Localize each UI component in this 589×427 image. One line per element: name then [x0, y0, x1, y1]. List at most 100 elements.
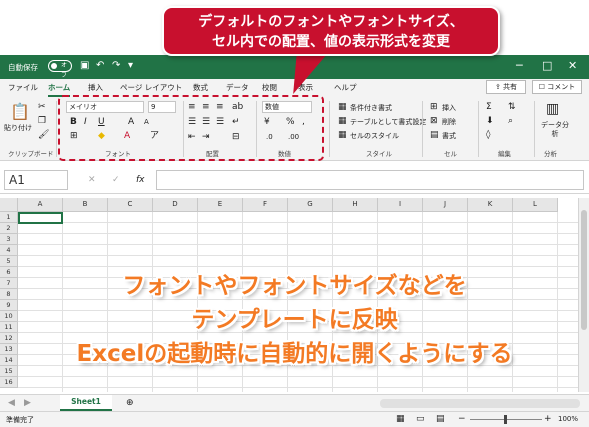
column-header-F[interactable]: F — [243, 198, 288, 212]
insert-cells-button[interactable]: 挿入 — [442, 103, 456, 113]
fill-icon[interactable]: ⬇ — [486, 116, 494, 127]
row-header-1[interactable]: 1 — [0, 212, 18, 223]
save-icon[interactable]: ▣ — [80, 59, 89, 73]
analysis-group-label: 分析 — [544, 150, 557, 158]
delete-cells-button[interactable]: 削除 — [442, 117, 456, 127]
row-header-16[interactable]: 16 — [0, 377, 18, 388]
data-analysis-button[interactable]: データ分析 — [540, 121, 570, 139]
select-all-corner[interactable] — [0, 198, 18, 212]
tab-file[interactable]: ファイル — [8, 82, 38, 93]
tab-review[interactable]: 校閲 — [262, 82, 277, 93]
zoom-level: 100% — [558, 415, 579, 423]
column-header-D[interactable]: D — [153, 198, 198, 212]
share-label: 共有 — [503, 83, 518, 91]
page-layout-view-icon[interactable]: ▭ — [416, 414, 425, 425]
tab-page-layout[interactable]: ページ レイアウト — [120, 82, 182, 93]
column-header-K[interactable]: K — [468, 198, 513, 212]
tab-formulas[interactable]: 数式 — [193, 82, 208, 93]
format-cells-button[interactable]: 書式 — [442, 131, 456, 141]
highlight-frame — [58, 95, 324, 161]
styles-group-label: スタイル — [366, 150, 392, 158]
gridline — [18, 233, 578, 234]
share-button[interactable]: ⇪ 共有 — [486, 80, 526, 94]
row-header-5[interactable]: 5 — [0, 256, 18, 267]
formula-input[interactable] — [156, 170, 584, 190]
column-header-A[interactable]: A — [18, 198, 63, 212]
autosum-icon[interactable]: Σ — [486, 102, 492, 113]
gridline — [18, 387, 578, 388]
paste-icon[interactable]: 📋 — [10, 103, 30, 121]
column-header-C[interactable]: C — [108, 198, 153, 212]
add-sheet-icon[interactable]: ⊕ — [126, 398, 134, 409]
tab-data[interactable]: データ — [226, 82, 249, 93]
sheet-tab-sheet1[interactable]: Sheet1 — [60, 395, 112, 411]
formula-bar: A1 ✕ ✓ fx — [0, 166, 589, 194]
column-header-I[interactable]: I — [378, 198, 423, 212]
quick-access-menu-icon[interactable]: ▾ — [128, 59, 133, 73]
cells-group-label: セル — [444, 150, 457, 158]
format-painter-icon[interactable]: 🖌 — [38, 130, 49, 141]
callout-line-2: セル内での配置、値の表示形式を変更 — [212, 34, 450, 50]
cut-icon[interactable]: ✂ — [38, 102, 46, 113]
copy-icon[interactable]: ❐ — [38, 116, 46, 127]
zoom-in-icon[interactable]: + — [544, 414, 552, 425]
conditional-formatting-button[interactable]: 条件付き書式 — [350, 103, 392, 113]
gridline — [18, 244, 578, 245]
maximize-icon[interactable]: □ — [542, 58, 552, 74]
overlay-line-3: Excelの起動時に自動的に開くようにする — [76, 341, 513, 367]
tab-insert[interactable]: 挿入 — [88, 82, 103, 93]
paste-button[interactable]: 貼り付け — [4, 123, 32, 133]
group-separator — [329, 101, 330, 157]
minimize-icon[interactable]: ─ — [516, 58, 523, 74]
zoom-out-icon[interactable]: − — [458, 414, 466, 425]
autosave-toggle[interactable]: オフ — [48, 60, 72, 79]
autosave-label: 自動保存 — [8, 63, 38, 72]
status-bar: 準備完了 ▦ ▭ ▤ − + 100% — [0, 411, 589, 427]
tab-help[interactable]: ヘルプ — [334, 82, 357, 93]
insert-function-icon[interactable]: fx — [136, 175, 145, 186]
confirm-entry-icon[interactable]: ✓ — [112, 175, 120, 186]
comment-label: コメント — [547, 83, 576, 91]
conditional-formatting-icon: ▦ — [338, 102, 347, 112]
horizontal-scrollbar[interactable] — [380, 399, 580, 408]
group-separator — [56, 101, 57, 157]
prev-sheet-icon[interactable]: ◀ — [8, 398, 15, 409]
column-header-B[interactable]: B — [63, 198, 108, 212]
row-header-2[interactable]: 2 — [0, 223, 18, 234]
overlay-line-2: テンプレートに反映 — [191, 307, 398, 333]
column-header-G[interactable]: G — [288, 198, 333, 212]
next-sheet-icon[interactable]: ▶ — [24, 398, 31, 409]
page-break-view-icon[interactable]: ▤ — [436, 414, 445, 425]
comment-button[interactable]: ☐ コメント — [532, 80, 582, 94]
close-icon[interactable]: ✕ — [568, 58, 577, 74]
status-text: 準備完了 — [6, 416, 34, 424]
data-analysis-icon: ▥ — [546, 101, 560, 117]
format-as-table-button[interactable]: テーブルとして書式設定 — [350, 117, 426, 127]
column-header-L[interactable]: L — [513, 198, 558, 212]
clear-icon[interactable]: ◊ — [486, 130, 490, 141]
group-separator — [534, 101, 535, 157]
tab-home[interactable]: ホーム — [48, 82, 71, 97]
cancel-entry-icon[interactable]: ✕ — [88, 175, 96, 186]
row-header-4[interactable]: 4 — [0, 245, 18, 256]
cell-styles-icon: ▦ — [338, 130, 347, 140]
sort-filter-icon[interactable]: ⇅ — [508, 102, 516, 113]
column-header-J[interactable]: J — [423, 198, 468, 212]
active-cell[interactable] — [18, 212, 63, 224]
normal-view-icon[interactable]: ▦ — [396, 414, 405, 425]
column-header-H[interactable]: H — [333, 198, 378, 212]
redo-icon[interactable]: ↷ — [112, 59, 120, 73]
gridline — [18, 222, 578, 223]
editing-group-label: 編集 — [498, 150, 511, 158]
find-select-icon[interactable]: ⌕ — [508, 116, 513, 127]
group-separator — [422, 101, 423, 157]
column-header-E[interactable]: E — [198, 198, 243, 212]
format-as-table-icon: ▦ — [338, 116, 347, 126]
undo-icon[interactable]: ↶ — [96, 59, 104, 73]
insert-cells-icon: ⊞ — [430, 102, 438, 112]
gridline — [18, 376, 578, 377]
row-header-3[interactable]: 3 — [0, 234, 18, 245]
cell-styles-button[interactable]: セルのスタイル — [350, 131, 399, 141]
zoom-slider-handle[interactable] — [504, 415, 507, 424]
name-box[interactable]: A1 — [4, 170, 68, 190]
